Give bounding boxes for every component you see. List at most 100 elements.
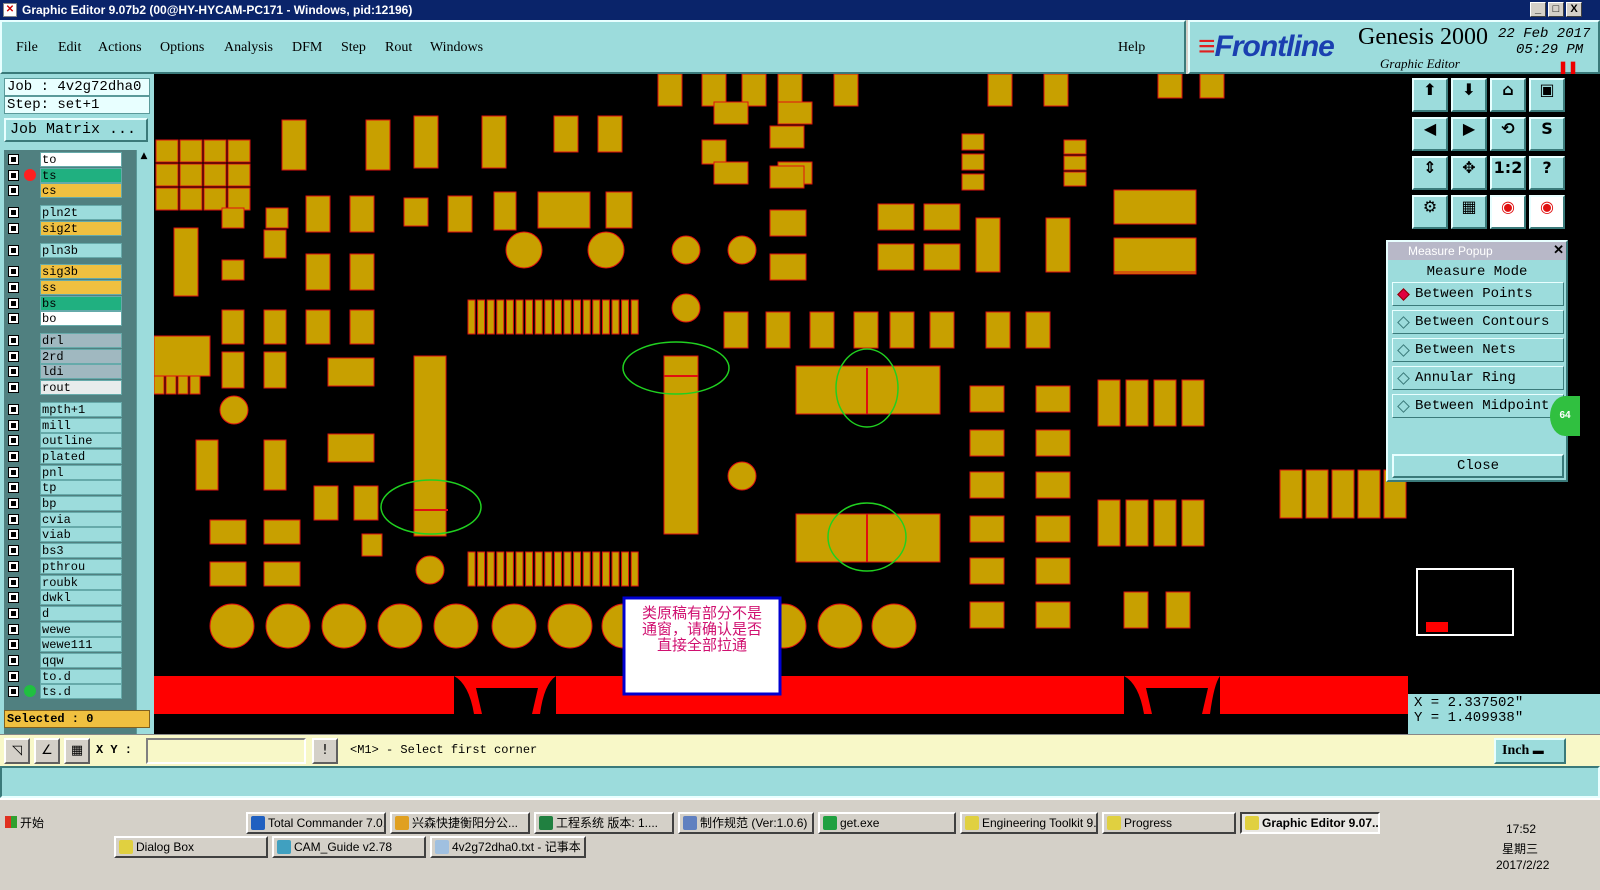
menu-windows[interactable]: Windows: [430, 40, 483, 56]
layer-scrollbar[interactable]: ▲ ▼: [136, 150, 150, 778]
layer-name[interactable]: roubk: [40, 574, 122, 590]
layer-checkbox[interactable]: [8, 607, 19, 619]
layer-name[interactable]: outline: [40, 433, 122, 449]
layer-checkbox[interactable]: [8, 576, 19, 588]
layer-name[interactable]: mill: [40, 417, 122, 433]
layer-checkbox[interactable]: [8, 281, 19, 293]
option-between-midpoint[interactable]: Between Midpoint: [1392, 394, 1564, 418]
layer-name[interactable]: sig2t: [40, 220, 122, 236]
taskbar-task[interactable]: Progress: [1102, 812, 1236, 834]
layer-checkbox[interactable]: [8, 335, 19, 346]
layer-row[interactable]: rout: [4, 380, 136, 396]
layer-row[interactable]: outline: [4, 433, 136, 449]
menu-actions[interactable]: Actions: [98, 40, 142, 56]
layer-name[interactable]: pthrou: [40, 558, 122, 574]
layer-name[interactable]: plated: [40, 448, 122, 464]
layer-name[interactable]: qqw: [40, 653, 122, 668]
pause-icon[interactable]: ❚❚: [1558, 60, 1578, 74]
layer-row[interactable]: to: [4, 152, 136, 167]
layer-row[interactable]: pnl: [4, 464, 136, 480]
layer-checkbox[interactable]: [8, 266, 19, 278]
layer-name[interactable]: viab: [40, 527, 122, 543]
layer-row[interactable]: qqw: [4, 653, 136, 668]
option-between-points[interactable]: Between Points: [1392, 282, 1564, 306]
scale-1-2-button[interactable]: 1:2: [1490, 156, 1526, 190]
units-selector[interactable]: Inch ▬: [1494, 738, 1566, 764]
snap-icon[interactable]: ◹: [4, 738, 30, 764]
grid-button[interactable]: ▦: [1451, 195, 1487, 229]
grid-snap-icon[interactable]: ▦: [64, 738, 90, 764]
layer-name[interactable]: sig3b: [40, 264, 122, 280]
angle-icon[interactable]: ∠: [34, 738, 60, 764]
pan-left-button[interactable]: ◀: [1412, 117, 1448, 151]
layer-name[interactable]: bs: [40, 295, 122, 311]
layer-row[interactable]: wewe111: [4, 637, 136, 653]
measure-tools-button[interactable]: ⚙: [1412, 195, 1448, 229]
menu-analysis[interactable]: Analysis: [224, 40, 273, 56]
fit-button[interactable]: ⇕: [1412, 156, 1448, 190]
layer-checkbox[interactable]: [8, 207, 19, 219]
taskbar-task[interactable]: 兴森快捷衡阳分公...: [390, 812, 530, 834]
taskbar-task[interactable]: 制作规范 (Ver:1.0.6): [678, 812, 814, 834]
layer-checkbox[interactable]: [8, 366, 19, 378]
layer-row[interactable]: bs: [4, 295, 136, 311]
layer-name[interactable]: ss: [40, 279, 122, 295]
layer-row[interactable]: bp: [4, 496, 136, 511]
menu-dfm[interactable]: DFM: [292, 40, 322, 56]
layer-name[interactable]: mpth+1: [40, 401, 122, 417]
overview-map[interactable]: [1416, 568, 1514, 636]
alert-icon[interactable]: !: [312, 738, 338, 764]
layer-checkbox[interactable]: [8, 686, 19, 698]
home-button[interactable]: ⌂: [1490, 78, 1526, 112]
layer-row[interactable]: 2rd: [4, 348, 136, 364]
layer-checkbox[interactable]: [8, 450, 19, 462]
layer-name[interactable]: pln2t: [40, 205, 122, 221]
layer-row[interactable]: mpth+1: [4, 401, 136, 417]
layer-checkbox[interactable]: [8, 670, 19, 682]
layer-checkbox[interactable]: [8, 560, 19, 572]
window-button[interactable]: ▣: [1529, 78, 1565, 112]
layer-name[interactable]: wewe: [40, 621, 122, 637]
layer-checkbox[interactable]: [8, 545, 19, 557]
layer-checkbox[interactable]: [8, 655, 19, 666]
menu-rout[interactable]: Rout: [385, 40, 412, 56]
layer-row[interactable]: pln3b: [4, 242, 136, 258]
undo-button[interactable]: ⟲: [1490, 117, 1526, 151]
option-between-contours[interactable]: Between Contours: [1392, 310, 1564, 334]
option-between-nets[interactable]: Between Nets: [1392, 338, 1564, 362]
graphic-canvas[interactable]: 类原稿有部分不是 通窗，请确认是否 直接全部拉通: [154, 74, 1408, 734]
layer-name[interactable]: rout: [40, 380, 122, 396]
taskbar-task[interactable]: Dialog Box: [114, 836, 268, 858]
option-annular-ring[interactable]: Annular Ring: [1392, 366, 1564, 390]
layer-checkbox[interactable]: [8, 513, 19, 525]
layer-row[interactable]: mill: [4, 417, 136, 433]
layer-name[interactable]: d: [40, 605, 122, 621]
center-button[interactable]: ✥: [1451, 156, 1487, 190]
layer-name[interactable]: to: [40, 152, 122, 167]
menu-edit[interactable]: Edit: [58, 40, 81, 56]
pan-right-button[interactable]: ▶: [1451, 117, 1487, 151]
layer-row[interactable]: wewe: [4, 621, 136, 637]
redraw-button[interactable]: S: [1529, 117, 1565, 151]
measure-close-icon[interactable]: ✕: [1553, 242, 1564, 258]
layer-row[interactable]: ss: [4, 279, 136, 295]
layer-compare-button[interactable]: ◉: [1490, 195, 1526, 229]
zoom-in-button[interactable]: ⬇: [1451, 78, 1487, 112]
layer-name[interactable]: 2rd: [40, 348, 122, 364]
layer-row[interactable]: sig2t: [4, 220, 136, 236]
layer-checkbox[interactable]: [8, 435, 19, 447]
layer-name[interactable]: pnl: [40, 464, 122, 480]
minimize-button[interactable]: _: [1530, 2, 1546, 17]
layer-row[interactable]: ldi: [4, 364, 136, 380]
layer-row[interactable]: d: [4, 605, 136, 621]
layer-row[interactable]: bs3: [4, 543, 136, 559]
taskbar-task[interactable]: get.exe: [818, 812, 956, 834]
job-matrix-button[interactable]: Job Matrix ...: [4, 118, 148, 142]
start-button[interactable]: 开始: [2, 812, 54, 836]
layer-name[interactable]: cs: [40, 183, 122, 199]
taskbar-task[interactable]: CAM_Guide v2.78: [272, 836, 426, 858]
layer-row[interactable]: drl: [4, 333, 136, 348]
layer-row[interactable]: roubk: [4, 574, 136, 590]
layer-row[interactable]: viab: [4, 527, 136, 543]
taskbar-task[interactable]: 4v2g72dha0.txt - 记事本: [430, 836, 586, 858]
